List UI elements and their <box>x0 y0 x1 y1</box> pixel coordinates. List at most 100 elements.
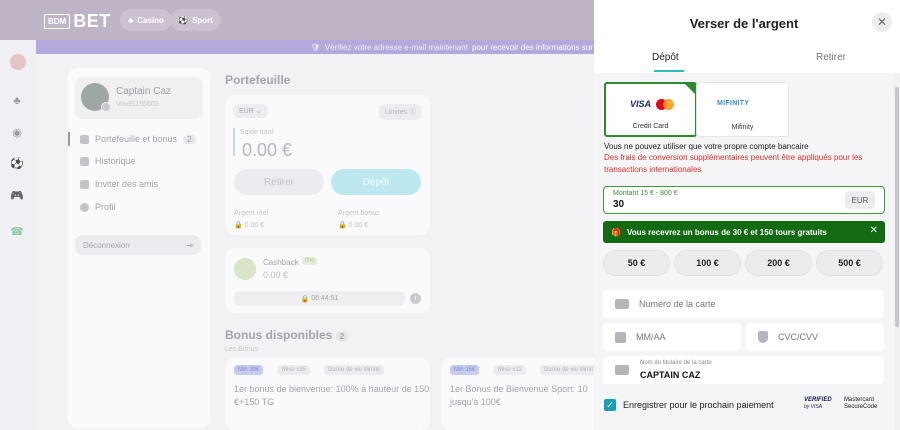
bonus-card[interactable]: Min 15€ Mise x12 Durée de vie illimit 1e… <box>441 358 598 430</box>
info-icon[interactable]: i <box>410 293 421 304</box>
bonus-tag: Durée de vie illimit <box>540 365 598 375</box>
scrollbar-thumb[interactable] <box>895 87 899 327</box>
menu-wallet-label: Portefeuille et bonus <box>95 134 178 144</box>
method-mifinity[interactable]: MIFINITY Mifinity <box>696 82 789 137</box>
info-icon: ⓘ <box>409 109 416 116</box>
real-money-value-row: 🔒 0.00 € <box>234 221 264 229</box>
cashback-amount: 0.00 € <box>263 270 289 280</box>
nav-sport-label: Sport <box>191 15 213 25</box>
amount-chip-50[interactable]: 50 € <box>603 250 670 276</box>
method-credit-card[interactable]: VISA Credit Card <box>604 82 697 137</box>
amount-chip-200[interactable]: 200 € <box>745 250 812 276</box>
bonuses-title: Bonus disponibles <box>225 328 333 342</box>
real-money-value: 0.00 € <box>244 222 265 229</box>
bonus-card[interactable]: Min 30€ Mise x35 Durée de vie illimité 1… <box>225 358 430 430</box>
bonus-tag: Min 30€ <box>234 365 264 375</box>
gamepad-icon[interactable]: 🎮 <box>10 189 24 203</box>
tab-active-underline <box>654 70 684 72</box>
bonuses-title-row: Bonus disponibles 2 <box>225 328 349 342</box>
card-number-field[interactable]: Numéro de la carte <box>603 290 884 318</box>
limits-button[interactable]: Limites ⓘ <box>378 104 422 120</box>
bonuses-subtitle: Les Bonus <box>225 346 259 353</box>
avatar[interactable] <box>81 83 111 112</box>
wallet-icon <box>80 134 89 144</box>
real-money-label: Argent réel <box>234 210 269 217</box>
casino-icon[interactable]: ♣ <box>10 94 24 108</box>
logout-icon: ⇥ <box>186 240 193 250</box>
id-card-icon <box>615 365 629 375</box>
menu-profile[interactable]: Profil <box>80 202 116 212</box>
cvc-field[interactable]: CVC/CVV <box>746 323 884 351</box>
selected-check-icon <box>684 83 696 95</box>
notice-text: Vérifiez votre adresse e-mail maintenant <box>324 42 468 52</box>
mcsc-line1: Mastercard <box>844 397 875 403</box>
live-icon[interactable]: ◉ <box>10 126 24 140</box>
bonus-text: 1er bonus de bienvenue: 100% à hauteur d… <box>234 384 430 407</box>
bonus-money-label: Argent bonus <box>338 210 380 217</box>
lock-icon: 🔒 <box>300 295 310 303</box>
method-label: Credit Card <box>632 123 669 130</box>
sport-icon[interactable]: ⚽ <box>10 157 24 171</box>
casino-icon: ♣ <box>128 15 134 25</box>
calendar-icon <box>615 331 626 343</box>
wheel-icon[interactable] <box>10 54 26 70</box>
save-payment-checkbox[interactable]: ✓ <box>604 399 616 411</box>
cashback-tag: 0% <box>302 257 317 265</box>
amount-currency[interactable]: EUR <box>845 191 875 209</box>
close-button[interactable]: ✕ <box>872 12 892 32</box>
active-menu-marker <box>68 132 70 146</box>
user-name: Captain Caz <box>116 86 172 97</box>
bonus-banner: 🎁 Vous recevrez un bonus de 30 € et 150 … <box>603 221 885 243</box>
cvc-placeholder: CVC/CVV <box>778 332 819 342</box>
nav-sport[interactable]: ⚽ Sport <box>170 9 221 31</box>
logout-button[interactable]: Déconnexion ⇥ <box>75 235 201 255</box>
support-icon[interactable]: ☎ <box>10 225 24 239</box>
withdraw-button[interactable]: Retirer <box>234 169 324 195</box>
bonus-tag: Mise x12 <box>494 365 527 375</box>
lock-icon: 🔒 <box>338 222 347 229</box>
deposit-button[interactable]: Dépôt <box>331 169 421 195</box>
menu-history[interactable]: Historique <box>80 156 136 166</box>
balance-accent-bar <box>233 128 235 156</box>
user-id: Vou91155603 <box>116 101 159 108</box>
currency-value: EUR <box>239 108 254 115</box>
tab-deposit[interactable]: Dépôt <box>652 52 679 63</box>
cashback-timer: 🔒 06:44:51 <box>234 291 405 306</box>
save-payment-label[interactable]: Enregistrer pour le prochain paiement <box>623 400 774 410</box>
amount-chip-100[interactable]: 100 € <box>674 250 741 276</box>
card-holder-label: Nom du titulaire de la carte <box>640 360 712 366</box>
wallet-title: Portefeuille <box>225 73 291 87</box>
shield-icon: 🛡 <box>310 42 321 52</box>
scrollbar[interactable] <box>894 73 900 430</box>
logo[interactable]: BDM BET <box>44 11 111 32</box>
mastercard-logo <box>656 99 674 110</box>
amount-chip-500[interactable]: 500 € <box>816 250 883 276</box>
user-box: Captain Caz Vou91155603 <box>75 77 203 119</box>
menu-wallet[interactable]: Portefeuille et bonus 2 <box>80 134 196 144</box>
bonus-tag: Mise x35 <box>278 365 311 375</box>
amount-input[interactable]: Montant 15 € - 800 € 30 EUR <box>603 186 885 214</box>
card-holder-value: CAPTAIN CAZ <box>640 370 701 380</box>
mifinity-logo: MIFINITY <box>717 100 750 107</box>
invite-icon <box>80 179 89 189</box>
expiry-placeholder: MM/AA <box>636 332 666 342</box>
close-icon: ✕ <box>876 15 888 29</box>
visa-logo: VISA <box>630 99 652 109</box>
expiry-field[interactable]: MM/AA <box>603 323 741 351</box>
method-label: Mifinity <box>731 124 754 131</box>
amount-value[interactable]: 30 <box>613 199 624 210</box>
tab-withdraw[interactable]: Retirer <box>816 52 846 63</box>
card-icon <box>615 299 629 309</box>
mastercard-securecode-badge: Mastercard SecureCode <box>844 397 877 411</box>
balance-amount: 0.00 € <box>242 140 293 160</box>
menu-invite[interactable]: Inviter des amis <box>80 179 158 189</box>
menu-wallet-count: 2 <box>183 134 196 144</box>
vbv-line2: by VISA <box>804 404 823 410</box>
card-holder-field[interactable]: Nom du titulaire de la carte CAPTAIN CAZ <box>603 356 884 384</box>
bonus-banner-text: Vous recevrez un bonus de 30 € et 150 to… <box>626 227 827 237</box>
bonus-tag: Min 15€ <box>450 365 480 375</box>
logout-label: Déconnexion <box>83 240 130 250</box>
close-icon[interactable]: ✕ <box>870 225 878 236</box>
nav-casino[interactable]: ♣ Casino <box>120 9 172 31</box>
currency-select[interactable]: EUR ⌄ <box>233 104 268 118</box>
